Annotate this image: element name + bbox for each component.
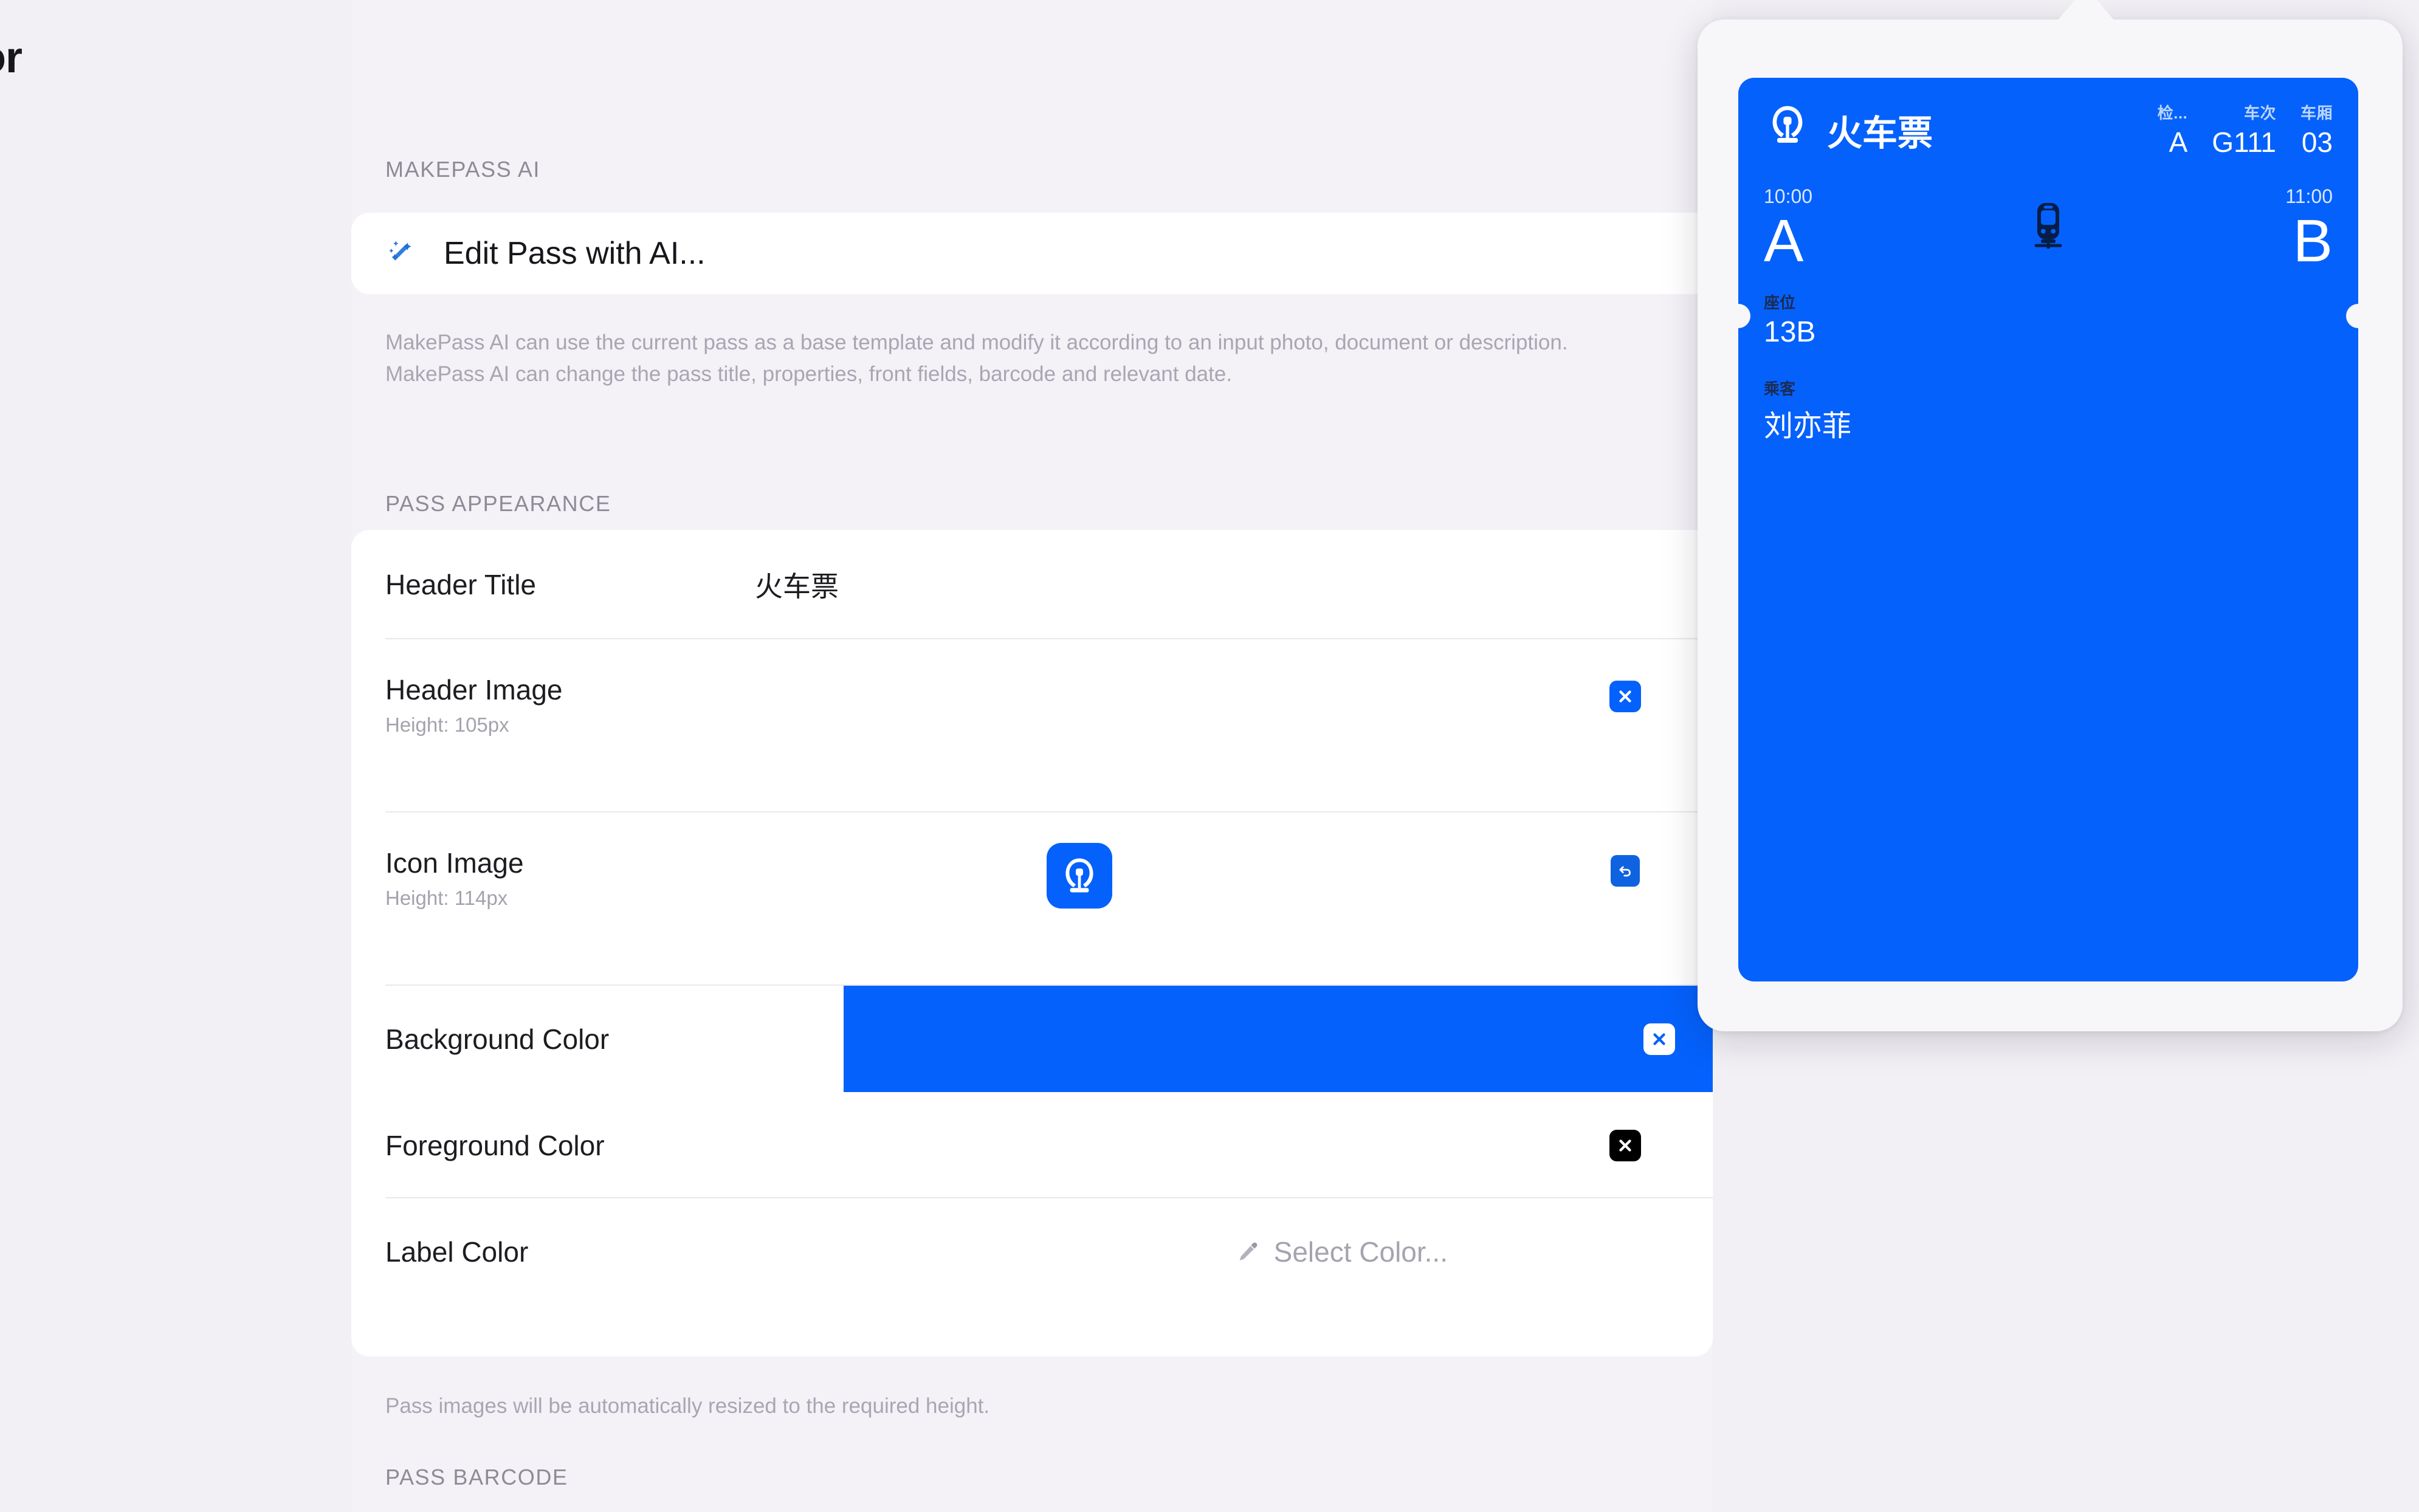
icon-image-height: Height: 114px [385,887,508,909]
pass-origin: 10:00 A [1764,185,1812,273]
background-color-clear-button[interactable] [1643,1023,1675,1055]
row-label-color[interactable]: Label Color Select Color... [351,1198,1713,1305]
popover-arrow [2054,0,2118,24]
close-icon [1650,1030,1668,1048]
pass-secondary-field-label: 座位 [1764,293,1796,312]
pass-header-field: 车次 G111 [2212,101,2276,159]
pass-primary-fields: 10:00 A 11:00 B [1738,159,2358,273]
pass-header-field-value: A [2169,126,2188,158]
close-icon [1616,687,1634,706]
row-foreground-color[interactable]: Foreground Color [351,1092,1713,1198]
origin-station: A [1764,207,1804,274]
foreground-color-clear-button[interactable] [1609,1129,1641,1161]
window-title: or [0,33,22,82]
header-image-height: Height: 105px [385,713,509,736]
row-header-image[interactable]: Header Image Height: 105px [351,639,1713,813]
section-header-pass-appearance: PASS APPEARANCE [385,491,611,516]
close-icon [1616,1136,1634,1155]
pass-secondary-field: 座位 13B [1764,290,2333,349]
row-background-color[interactable]: Background Color [351,986,1713,1092]
label-color-select-button[interactable]: Select Color... [1235,1235,1448,1268]
pass-appearance-card: Header Title 火车票 Header Image Height: 10… [351,530,1713,1356]
background-color-label: Background Color [385,1023,610,1055]
pass-header-field: 检... A [2158,101,2188,159]
eyedropper-icon [1235,1239,1261,1265]
label-color-label: Label Color [385,1235,529,1268]
origin-time: 10:00 [1764,185,1813,207]
header-image-label: Header Image [385,674,563,706]
pass-secondary-field: 乘客 刘亦菲 [1764,377,2333,444]
pass-images-note: Pass images will be automatically resize… [385,1394,990,1418]
pass-destination: 11:00 B [2285,185,2333,273]
pass-preview-card[interactable]: 火车票 检... A 车次 G111 车厢 03 10:00 A 11:00 B… [1738,78,2358,981]
pass-header-field: 车厢 03 [2300,101,2333,159]
pass-header-field-value: 03 [2301,126,2333,158]
pass-header-field-label: 检... [2157,104,2188,122]
undo-icon [1616,862,1634,880]
icon-image-revert-button[interactable] [1611,855,1640,887]
row-header-title[interactable]: Header Title 火车票 [351,530,1713,639]
header-title-value[interactable]: 火车票 [755,565,839,605]
header-title-label: Header Title [385,569,537,600]
section-header-pass-barcode: PASS BARCODE [385,1465,568,1490]
pass-secondary-fields: 座位 13B 乘客 刘亦菲 [1738,273,2358,444]
pass-header-field-label: 车次 [2243,104,2276,122]
china-railway-logo-icon [1764,101,1811,148]
pass-header-field-value: G111 [2212,126,2276,158]
destination-station: B [2293,207,2333,274]
label-color-placeholder: Select Color... [1273,1235,1448,1268]
section-header-makepass-ai: MAKEPASS AI [385,157,541,182]
pass-secondary-field-value: 刘亦菲 [1764,410,1852,442]
edit-pass-with-ai-button[interactable]: Edit Pass with AI... [351,213,1713,294]
icon-image-label: Icon Image [385,847,524,879]
pass-secondary-field-label: 乘客 [1764,379,1796,398]
makepass-ai-description: MakePass AI can use the current pass as … [385,331,1568,386]
transit-type-icon [1738,198,2358,256]
foreground-color-label: Foreground Color [385,1129,605,1161]
pass-title: 火车票 [1827,114,1933,153]
icon-image-thumbnail[interactable] [1046,843,1112,909]
header-image-clear-button[interactable] [1609,681,1641,712]
magic-wand-icon [385,236,419,270]
edit-pass-with-ai-label: Edit Pass with AI... [444,236,706,271]
pass-header-fields: 检... A 车次 G111 车厢 03 [2158,101,2333,159]
destination-time: 11:00 [2285,185,2333,207]
china-railway-logo-icon [1056,853,1103,899]
row-icon-image[interactable]: Icon Image Height: 114px [351,813,1713,986]
background-color-swatch[interactable] [844,986,1713,1092]
pass-header-field-label: 车厢 [2300,104,2333,122]
pass-secondary-field-value: 13B [1764,315,1816,348]
pass-header: 火车票 检... A 车次 G111 车厢 03 [1738,78,2358,159]
